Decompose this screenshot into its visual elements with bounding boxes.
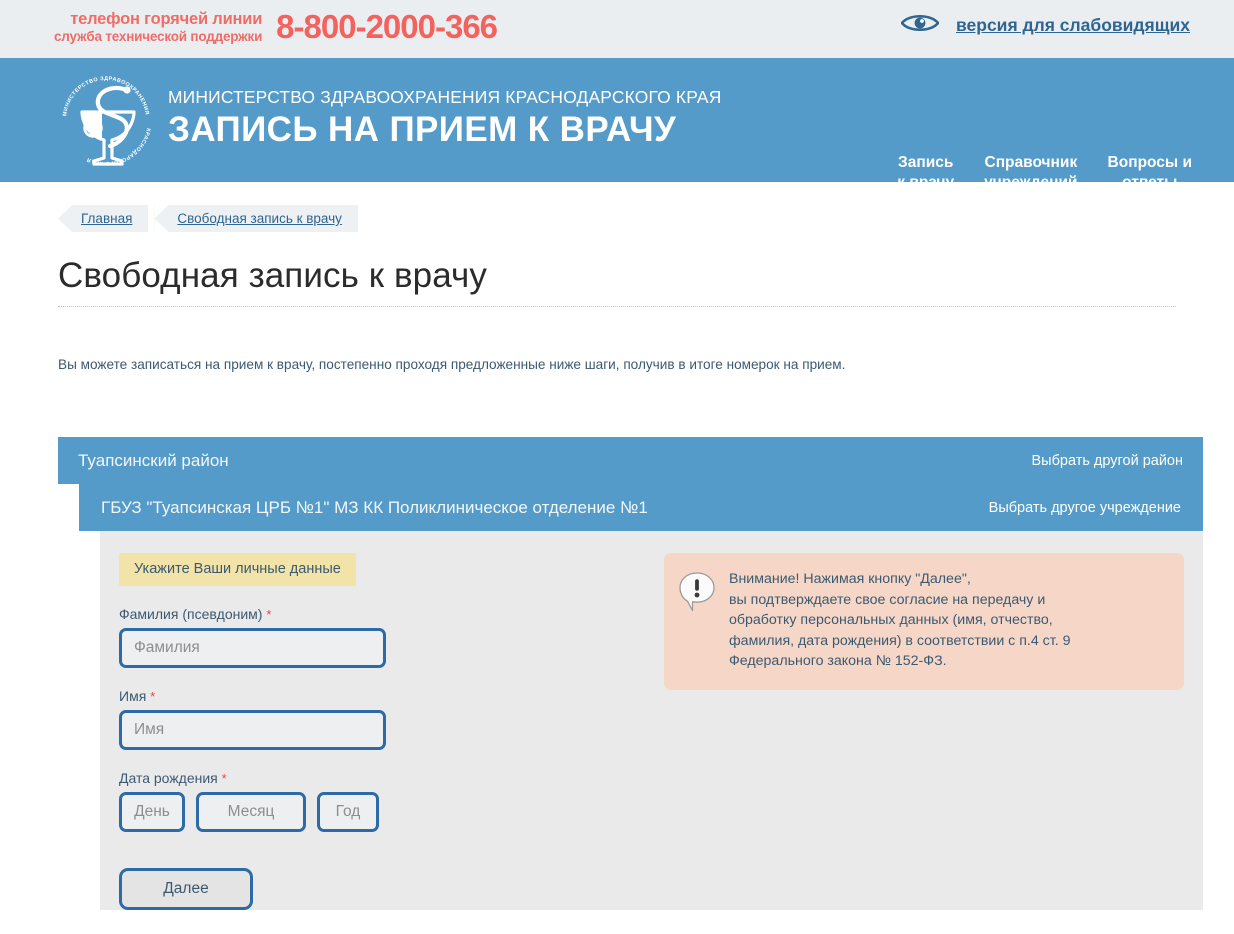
- brand-block: МИНИСТЕРСТВО ЗДРАВООХРАНЕНИЯ КРАСНОДАРСК…: [168, 86, 721, 151]
- field-label-surname: Фамилия (псевдоним) *: [119, 605, 660, 624]
- accessibility-version-link[interactable]: версия для слабовидящих: [900, 13, 1190, 38]
- breadcrumb-item-current[interactable]: Свободная запись к врачу: [154, 205, 358, 232]
- hotline-phone-number: 8-800-2000-366: [276, 8, 498, 45]
- surname-input[interactable]: [119, 628, 386, 668]
- field-label-text: Имя: [119, 688, 147, 704]
- breadcrumb: Главная Свободная запись к врачу: [58, 205, 1234, 232]
- title-divider: [58, 306, 1176, 307]
- required-marker: *: [266, 607, 272, 622]
- page-intro-text: Вы можете записаться на прием к врачу, п…: [58, 357, 846, 372]
- field-label-firstname: Имя *: [119, 687, 660, 706]
- field-label-birthdate: Дата рождения *: [119, 769, 660, 788]
- field-label-text: Фамилия (псевдоним): [119, 606, 263, 622]
- field-surname: Фамилия (псевдоним) *: [119, 605, 660, 668]
- next-button[interactable]: Далее: [119, 868, 253, 910]
- consent-notice-text: Внимание! Нажимая кнопку "Далее", вы под…: [729, 571, 1071, 670]
- hotline-block: телефон горячей линии служба технической…: [54, 8, 498, 45]
- birthdate-year-input[interactable]: [317, 792, 379, 832]
- selected-region-name: Туапсинский район: [78, 450, 229, 470]
- institution-bar: ГБУЗ "Туапсинская ЦРБ №1" МЗ КК Поликлин…: [79, 484, 1203, 531]
- eye-icon: [900, 13, 940, 38]
- change-institution-link[interactable]: Выбрать другое учреждение: [989, 500, 1181, 516]
- region-bar: Туапсинский район Выбрать другой район: [58, 437, 1203, 484]
- consent-notice: Внимание! Нажимая кнопку "Далее", вы под…: [664, 553, 1184, 690]
- breadcrumb-item-home[interactable]: Главная: [58, 205, 149, 232]
- notice-column: Внимание! Нажимая кнопку "Далее", вы под…: [660, 553, 1203, 910]
- hotline-caption-line1: телефон горячей линии: [70, 10, 263, 28]
- accessibility-version-label: версия для слабовидящих: [956, 15, 1190, 35]
- ministry-name: МИНИСТЕРСТВО ЗДРАВООХРАНЕНИЯ КРАСНОДАРСК…: [168, 87, 722, 107]
- nav-item-faq[interactable]: Вопросы и ответы: [1108, 153, 1192, 193]
- site-header: МИНИСТЕРСТВО ЗДРАВООХРАНЕНИЯ КРАСНОДАРСК…: [0, 58, 1234, 191]
- change-region-link[interactable]: Выбрать другой район: [1031, 453, 1183, 469]
- nav-item-directory[interactable]: Справочник учреждений: [984, 153, 1077, 193]
- personal-data-form-panel: Укажите Ваши личные данные Фамилия (псев…: [100, 531, 1203, 910]
- step-badge: Укажите Ваши личные данные: [119, 553, 356, 586]
- hotline-caption-line2: служба технической поддержки: [54, 29, 263, 44]
- form-fields-column: Укажите Ваши личные данные Фамилия (псев…: [100, 553, 660, 910]
- firstname-input[interactable]: [119, 710, 386, 750]
- breadcrumb-label: Главная: [81, 211, 133, 226]
- birthdate-month-input[interactable]: [196, 792, 306, 832]
- booking-wizard: Туапсинский район Выбрать другой район Г…: [0, 437, 1234, 910]
- field-label-text: Дата рождения: [119, 770, 218, 786]
- ministry-logo: МИНИСТЕРСТВО ЗДРАВООХРАНЕНИЯ КРАСНОДАРСК…: [52, 66, 160, 179]
- main-navigation: Запись к врачу Справочник учреждений Воп…: [897, 153, 1192, 193]
- page-title: Свободная запись к врачу: [58, 256, 487, 295]
- top-utility-bar: телефон горячей линии служба технической…: [0, 0, 1234, 58]
- exclamation-bubble-icon: [678, 571, 716, 672]
- required-marker: *: [150, 689, 156, 704]
- field-birthdate: Дата рождения *: [119, 769, 660, 832]
- required-marker: *: [221, 771, 227, 786]
- hotline-caption: телефон горячей линии служба технической…: [54, 9, 262, 45]
- birthdate-inputs-row: [119, 792, 660, 832]
- field-firstname: Имя *: [119, 687, 660, 750]
- birthdate-day-input[interactable]: [119, 792, 185, 832]
- selected-institution-name: ГБУЗ "Туапсинская ЦРБ №1" МЗ КК Поликлин…: [101, 497, 648, 517]
- nav-item-appointment[interactable]: Запись к врачу: [897, 153, 954, 193]
- breadcrumb-label: Свободная запись к врачу: [177, 211, 342, 226]
- site-title: ЗАПИСЬ НА ПРИЕМ К ВРАЧУ: [168, 110, 677, 149]
